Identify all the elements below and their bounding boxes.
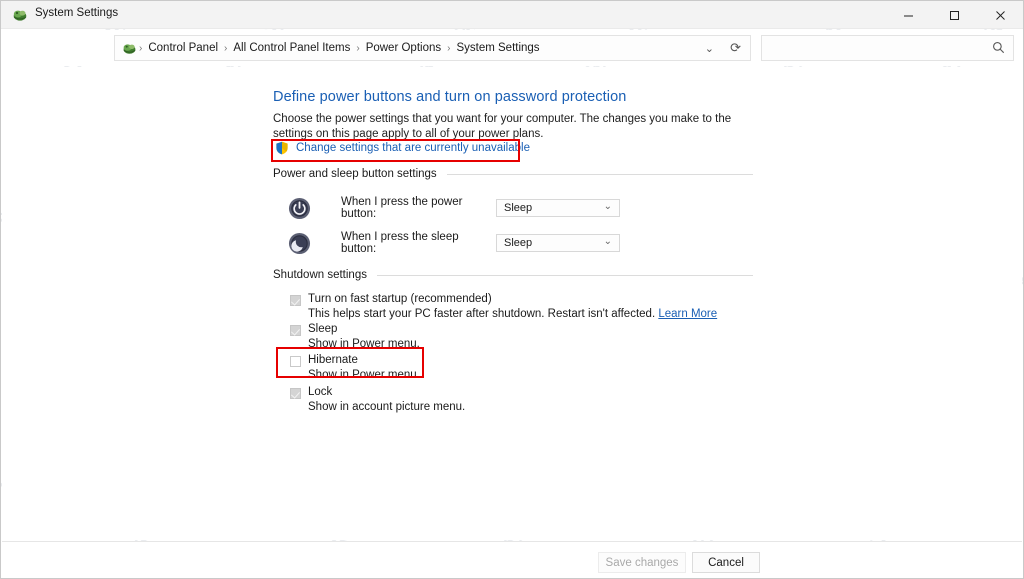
lock-label: Lock — [308, 386, 333, 398]
breadcrumb-separator: › — [139, 42, 143, 54]
save-changes-button[interactable]: Save changes — [598, 552, 686, 573]
content-area: Define power buttons and turn on passwor… — [2, 67, 1022, 540]
sleep-description: Show in Power menu. — [308, 338, 420, 350]
footer-bar: Save changes Cancel — [2, 542, 1022, 578]
breadcrumb-power-options[interactable]: Power Options — [364, 42, 443, 54]
section-divider — [446, 173, 753, 175]
sleep-button-setting-row: When I press the sleep button: Sleep ⌄ — [288, 231, 620, 255]
uac-shield-icon — [275, 141, 289, 155]
shutdown-section-header: Shutdown settings — [273, 269, 753, 281]
address-control-panel-icon — [122, 41, 137, 56]
breadcrumb-separator: › — [356, 42, 360, 54]
breadcrumb-system-settings[interactable]: System Settings — [454, 42, 541, 54]
hibernate-checkbox[interactable] — [290, 356, 301, 367]
search-icon[interactable] — [992, 41, 1005, 59]
maximize-button[interactable] — [931, 1, 977, 29]
power-button-action-value: Sleep — [504, 202, 533, 214]
sleep-button-action-value: Sleep — [504, 237, 533, 249]
sleep-label: Sleep — [308, 323, 338, 335]
learn-more-link[interactable]: Learn More — [658, 308, 717, 320]
section-divider — [376, 274, 753, 276]
sleep-moon-icon — [288, 232, 311, 255]
fast-startup-label: Turn on fast startup (recommended) — [308, 293, 492, 305]
control-panel-icon — [12, 7, 28, 23]
fast-startup-checkbox-row[interactable]: Turn on fast startup (recommended) — [290, 293, 492, 306]
hibernate-checkbox-row[interactable]: Hibernate — [290, 354, 358, 367]
power-button-label: When I press the power button: — [341, 196, 463, 220]
power-section-header: Power and sleep button settings — [273, 168, 753, 180]
close-button[interactable] — [977, 1, 1023, 29]
breadcrumb-separator: › — [447, 42, 451, 54]
breadcrumb-control-panel[interactable]: Control Panel — [146, 42, 220, 54]
breadcrumb-separator: › — [224, 42, 228, 54]
refresh-button[interactable]: ⟳ — [730, 36, 741, 60]
address-dropdown-button[interactable]: ⌄ — [705, 36, 714, 60]
title-bar: System Settings — [1, 1, 1023, 29]
chevron-down-icon: ⌄ — [704, 42, 714, 55]
system-settings-window: System Settings ← → ⌄ ↑ — [0, 0, 1024, 579]
page-description: Choose the power settings that you want … — [273, 113, 732, 140]
power-button-action-dropdown[interactable]: Sleep ⌄ — [496, 199, 620, 217]
shutdown-section-title: Shutdown settings — [273, 269, 367, 281]
fast-startup-description-text: This helps start your PC faster after sh… — [308, 308, 656, 320]
page-title: Define power buttons and turn on passwor… — [273, 89, 627, 105]
search-input[interactable] — [770, 36, 989, 62]
refresh-icon: ⟳ — [730, 40, 741, 55]
lock-checkbox-row[interactable]: Lock — [290, 386, 332, 399]
window-controls — [885, 1, 1023, 29]
sleep-button-label: When I press the sleep button: — [341, 231, 459, 255]
hibernate-description: Show in Power menu. — [308, 369, 420, 381]
lock-checkbox[interactable] — [290, 388, 301, 399]
cancel-button[interactable]: Cancel — [692, 552, 760, 573]
window-title: System Settings — [35, 7, 119, 19]
fast-startup-description: This helps start your PC faster after sh… — [308, 308, 717, 320]
minimize-button[interactable] — [885, 1, 931, 29]
sleep-button-action-dropdown[interactable]: Sleep ⌄ — [496, 234, 620, 252]
chevron-down-icon: ⌄ — [603, 201, 612, 212]
address-bar[interactable]: › Control Panel › All Control Panel Item… — [114, 35, 751, 61]
power-icon — [288, 197, 311, 220]
sleep-checkbox-row[interactable]: Sleep — [290, 323, 337, 336]
lock-description: Show in account picture menu. — [308, 401, 466, 413]
power-section-title: Power and sleep button settings — [273, 168, 437, 180]
breadcrumb-all-control-panel-items[interactable]: All Control Panel Items — [231, 42, 352, 54]
change-settings-link-row[interactable]: Change settings that are currently unava… — [275, 141, 530, 155]
fast-startup-checkbox[interactable] — [290, 295, 301, 306]
search-box[interactable] — [761, 35, 1014, 62]
hibernate-label: Hibernate — [308, 354, 358, 366]
sleep-checkbox[interactable] — [290, 325, 301, 336]
chevron-down-icon: ⌄ — [603, 236, 612, 247]
power-button-setting-row: When I press the power button: Sleep ⌄ — [288, 196, 620, 220]
change-settings-link[interactable]: Change settings that are currently unava… — [296, 142, 530, 154]
